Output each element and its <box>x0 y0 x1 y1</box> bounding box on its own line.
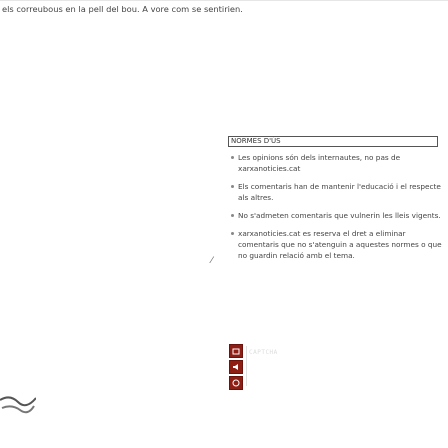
captcha-refresh-icon[interactable] <box>229 344 243 358</box>
norm-item: Les opinions són dels internautes, no pa… <box>228 152 446 174</box>
usage-norms-list: Les opinions són dels internautes, no pa… <box>228 152 446 268</box>
top-divider <box>0 0 448 1</box>
captcha-help-icon[interactable] <box>229 376 243 390</box>
article-closing-text: els correubous en la pell del bou. A vor… <box>2 4 243 14</box>
usage-norms-header: NORMES D'ÚS <box>228 136 438 147</box>
partial-logo-icon <box>0 392 37 422</box>
captcha-watermark: CAPTCHA <box>249 349 278 356</box>
norm-item: No s'admeten comentaris que vulnerin les… <box>228 210 446 221</box>
norm-item: xarxanoticies.cat es reserva el dret a e… <box>228 228 446 261</box>
norm-item: Els comentaris han de mantenir l'educaci… <box>228 181 446 203</box>
captcha-audio-icon[interactable] <box>229 360 243 374</box>
textarea-resize-handle-icon[interactable]: ⁄ <box>211 256 213 266</box>
